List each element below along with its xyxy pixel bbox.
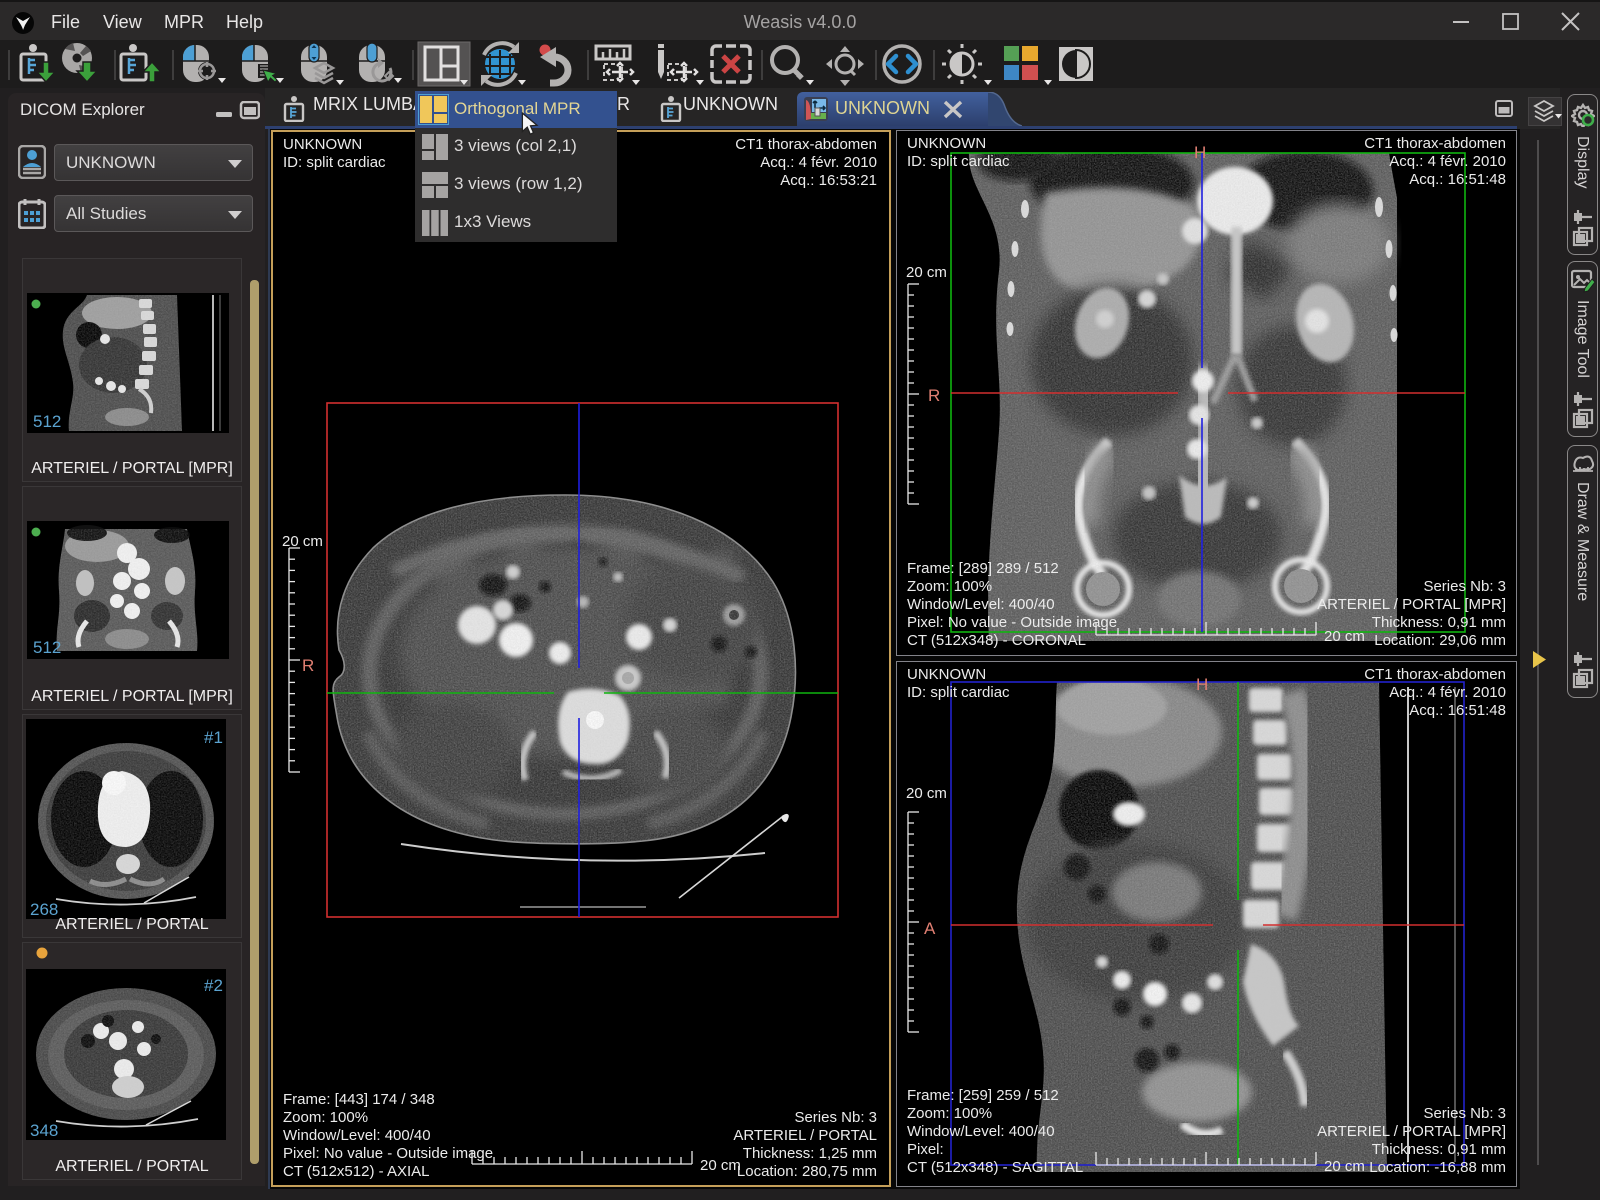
svg-text:ID: split cardiac: ID: split cardiac: [907, 684, 1010, 701]
svg-text:ID: split cardiac: ID: split cardiac: [907, 153, 1010, 170]
svg-text:Frame: [259] 259 / 512: Frame: [259] 259 / 512: [907, 1087, 1059, 1104]
svg-text:20 cm: 20 cm: [1324, 628, 1365, 645]
svg-text:Zoom: 100%: Zoom: 100%: [907, 578, 992, 595]
svg-text:H: H: [1194, 143, 1206, 162]
svg-text:Location: 280,75 mm: Location: 280,75 mm: [737, 1163, 877, 1180]
svg-text:Acq.: 16:53:21: Acq.: 16:53:21: [780, 172, 877, 189]
svg-text:Thickness: 0,91 mm: Thickness: 0,91 mm: [1372, 614, 1506, 631]
svg-text:R: R: [928, 386, 940, 405]
svg-text:UNKNOWN: UNKNOWN: [907, 135, 986, 152]
svg-text:Acq.: 16:51:48: Acq.: 16:51:48: [1409, 171, 1506, 188]
svg-text:512: 512: [33, 638, 61, 657]
svg-text:#2: #2: [204, 976, 223, 995]
svg-text:20 cm: 20 cm: [282, 533, 323, 550]
svg-text:Window/Level: 400/40: Window/Level: 400/40: [907, 596, 1055, 613]
svg-text:CT (512x512) - AXIAL: CT (512x512) - AXIAL: [283, 1163, 429, 1180]
svg-text:Pixel:: Pixel:: [907, 1141, 944, 1158]
svg-text:Series Nb: 3: Series Nb: 3: [1423, 578, 1506, 595]
svg-text:Pixel: No value - Outside imag: Pixel: No value - Outside image: [283, 1145, 493, 1162]
svg-text:512: 512: [33, 412, 61, 431]
svg-text:20 cm: 20 cm: [1324, 1158, 1365, 1175]
svg-text:R: R: [302, 656, 314, 675]
svg-text:Acq.: 4 févr. 2010: Acq.: 4 févr. 2010: [1389, 684, 1506, 701]
svg-text:CT1 thorax-abdomen: CT1 thorax-abdomen: [1364, 666, 1506, 683]
svg-text:Thickness: 0,91 mm: Thickness: 0,91 mm: [1372, 1141, 1506, 1158]
svg-text:UNKNOWN: UNKNOWN: [283, 136, 362, 153]
svg-text:A: A: [924, 919, 936, 938]
svg-text:Acq.: 4 févr. 2010: Acq.: 4 févr. 2010: [1389, 153, 1506, 170]
svg-text:20 cm: 20 cm: [700, 1157, 741, 1174]
svg-text:Zoom: 100%: Zoom: 100%: [907, 1105, 992, 1122]
svg-text:Location: 29,06 mm: Location: 29,06 mm: [1374, 632, 1506, 649]
svg-text:CT (512x348) - CORONAL: CT (512x348) - CORONAL: [907, 632, 1086, 649]
svg-text:Window/Level: 400/40: Window/Level: 400/40: [283, 1127, 431, 1144]
svg-text:Acq.: 16:51:48: Acq.: 16:51:48: [1409, 702, 1506, 719]
svg-text:CT (512x348) - SAGITTAL: CT (512x348) - SAGITTAL: [907, 1159, 1083, 1176]
svg-text:H: H: [1196, 675, 1208, 694]
svg-text:Acq.: 4 févr. 2010: Acq.: 4 févr. 2010: [760, 154, 877, 171]
svg-text:Location: -16,88 mm: Location: -16,88 mm: [1369, 1159, 1506, 1176]
svg-text:ARTERIEL / PORTAL [MPR]: ARTERIEL / PORTAL [MPR]: [1317, 596, 1506, 613]
svg-text:CT1 thorax-abdomen: CT1 thorax-abdomen: [735, 136, 877, 153]
svg-text:UNKNOWN: UNKNOWN: [907, 666, 986, 683]
svg-text:20 cm: 20 cm: [906, 264, 947, 281]
svg-text:Frame: [443] 174 / 348: Frame: [443] 174 / 348: [283, 1091, 435, 1108]
svg-text:CT1 thorax-abdomen: CT1 thorax-abdomen: [1364, 135, 1506, 152]
svg-text:Zoom: 100%: Zoom: 100%: [283, 1109, 368, 1126]
svg-text:Series Nb: 3: Series Nb: 3: [794, 1109, 877, 1126]
svg-text:Window/Level: 400/40: Window/Level: 400/40: [907, 1123, 1055, 1140]
svg-text:Frame: [289] 289 / 512: Frame: [289] 289 / 512: [907, 560, 1059, 577]
svg-text:ARTERIEL / PORTAL: ARTERIEL / PORTAL: [733, 1127, 877, 1144]
svg-text:ARTERIEL / PORTAL [MPR]: ARTERIEL / PORTAL [MPR]: [1317, 1123, 1506, 1140]
svg-text:#1: #1: [204, 728, 223, 747]
svg-text:Series Nb: 3: Series Nb: 3: [1423, 1105, 1506, 1122]
svg-text:Thickness: 1,25 mm: Thickness: 1,25 mm: [743, 1145, 877, 1162]
svg-text:348: 348: [30, 1121, 58, 1140]
svg-text:20 cm: 20 cm: [906, 785, 947, 802]
svg-text:Pixel: No value - Outside imag: Pixel: No value - Outside image: [907, 614, 1117, 631]
svg-text:ID: split cardiac: ID: split cardiac: [283, 154, 386, 171]
